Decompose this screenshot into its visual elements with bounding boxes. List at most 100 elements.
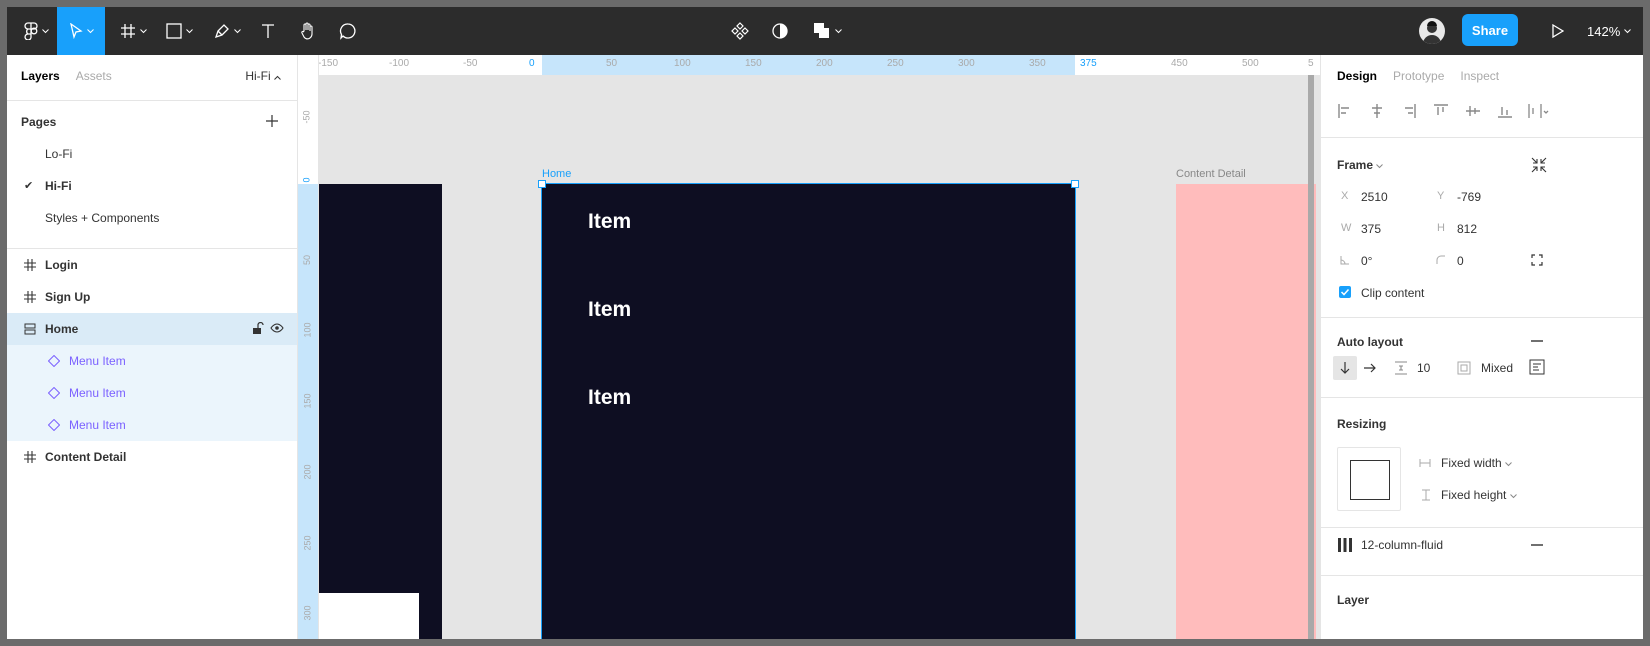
layer-row-content-detail[interactable]: Content Detail <box>7 441 297 473</box>
x-input[interactable]: 2510 <box>1361 190 1388 204</box>
figma-logo-icon <box>23 22 38 40</box>
align-bottom-icon[interactable] <box>1497 103 1513 119</box>
frame-signup[interactable] <box>319 184 442 639</box>
layout-grid-name[interactable]: 12-column-fluid <box>1361 538 1443 552</box>
resize-to-fit-icon[interactable] <box>1531 157 1547 173</box>
eye-icon[interactable] <box>270 323 284 333</box>
page-item-styles-components[interactable]: Styles + Components <box>45 211 159 225</box>
padding-icon <box>1457 361 1471 375</box>
direction-horizontal-icon[interactable] <box>1364 363 1376 373</box>
layer-row-home[interactable]: Home <box>7 313 297 345</box>
move-tool-button[interactable] <box>57 7 105 55</box>
distribute-icon[interactable] <box>1527 103 1551 119</box>
figma-app: Share 142% Layers Assets Hi-Fi Pages Lo-… <box>7 7 1643 639</box>
frame-label-home[interactable]: Home <box>542 168 571 180</box>
alignment-settings-icon[interactable] <box>1529 359 1545 375</box>
h-label: H <box>1437 222 1445 234</box>
align-vertical-center-icon[interactable] <box>1465 103 1481 119</box>
menu-item-text[interactable]: Item <box>588 386 631 410</box>
tab-layers[interactable]: Layers <box>21 69 60 83</box>
resize-handle[interactable] <box>538 180 546 188</box>
remove-layout-grid-icon[interactable] <box>1531 544 1543 546</box>
create-component-button[interactable] <box>727 7 753 55</box>
share-button[interactable]: Share <box>1462 14 1518 46</box>
layer-label: Menu Item <box>69 354 126 368</box>
ruler-horizontal: -150 -100 -50 0 50 100 150 200 250 300 3… <box>318 55 1320 76</box>
menu-item-text[interactable]: Item <box>588 298 631 322</box>
ruler-tick: 200 <box>302 464 313 480</box>
remove-auto-layout-icon[interactable] <box>1531 340 1543 342</box>
padding-input[interactable]: Mixed <box>1481 361 1513 375</box>
rotation-input[interactable]: 0° <box>1361 254 1372 268</box>
layer-row-menu-item[interactable]: Menu Item <box>7 377 297 409</box>
align-horizontal-center-icon[interactable] <box>1369 103 1385 119</box>
menu-item-text[interactable]: Item <box>588 210 631 234</box>
text-tool-button[interactable] <box>255 7 281 55</box>
resizing-title: Resizing <box>1337 417 1387 431</box>
ruler-tick: 0 <box>301 177 312 183</box>
play-icon <box>1552 24 1564 38</box>
resizing-preview-box <box>1350 460 1390 500</box>
page-item-lofi[interactable]: Lo-Fi <box>45 147 72 161</box>
hand-tool-button[interactable] <box>295 7 321 55</box>
width-resize-icon <box>1419 459 1431 467</box>
frame-label-content-detail[interactable]: Content Detail <box>1176 168 1246 180</box>
w-label: W <box>1341 222 1352 234</box>
page-item-hifi[interactable]: Hi-Fi <box>45 179 72 193</box>
chevron-down-icon <box>139 28 147 33</box>
frame-section-title[interactable]: Frame <box>1337 158 1384 172</box>
tab-design[interactable]: Design <box>1337 69 1377 83</box>
canvas-scrollbar[interactable] <box>1308 75 1314 639</box>
height-resize-icon <box>1422 489 1430 501</box>
h-input[interactable]: 812 <box>1457 222 1477 236</box>
tab-inspect[interactable]: Inspect <box>1460 69 1499 83</box>
tab-prototype[interactable]: Prototype <box>1393 69 1444 83</box>
clip-content-checkbox[interactable] <box>1339 286 1351 298</box>
w-input[interactable]: 375 <box>1361 222 1381 236</box>
frame-tool-button[interactable] <box>113 7 153 55</box>
toolbar: Share 142% <box>7 7 1643 55</box>
user-avatar[interactable] <box>1419 18 1445 44</box>
main-menu-button[interactable] <box>15 7 57 55</box>
add-page-icon[interactable] <box>265 114 279 128</box>
pen-icon <box>214 24 229 39</box>
pen-tool-button[interactable] <box>207 7 247 55</box>
present-button[interactable] <box>1545 7 1571 55</box>
align-right-icon[interactable] <box>1401 103 1417 119</box>
instance-diamond-icon <box>48 419 60 431</box>
layer-row-login[interactable]: Login <box>7 249 297 281</box>
comment-tool-button[interactable] <box>335 7 361 55</box>
ruler-tick: 250 <box>887 58 904 69</box>
spacing-input[interactable]: 10 <box>1417 361 1430 375</box>
mask-button[interactable] <box>767 7 793 55</box>
direction-vertical-button[interactable] <box>1333 356 1357 380</box>
clip-content-label[interactable]: Clip content <box>1361 286 1424 300</box>
zoom-level: 142% <box>1587 23 1621 39</box>
tab-assets[interactable]: Assets <box>76 69 112 83</box>
contrast-icon <box>772 23 788 39</box>
layer-row-menu-item[interactable]: Menu Item <box>7 345 297 377</box>
corner-radius-input[interactable]: 0 <box>1457 254 1464 268</box>
frame-home[interactable]: Item Item Item <box>541 183 1076 639</box>
independent-corners-icon[interactable] <box>1531 254 1543 266</box>
ruler-tick: 50 <box>606 58 618 69</box>
layer-row-menu-item[interactable]: Menu Item <box>7 409 297 441</box>
fixed-height-dropdown[interactable]: Fixed height <box>1441 488 1517 502</box>
align-top-icon[interactable] <box>1433 103 1449 119</box>
zoom-dropdown[interactable]: 142% <box>1587 7 1632 55</box>
unlock-icon[interactable] <box>252 322 264 335</box>
divider <box>1321 575 1643 576</box>
align-left-icon[interactable] <box>1337 103 1353 119</box>
shape-tool-button[interactable] <box>159 7 199 55</box>
resize-handle[interactable] <box>1071 180 1079 188</box>
page-switcher[interactable]: Hi-Fi <box>245 69 281 83</box>
y-input[interactable]: -769 <box>1457 190 1481 204</box>
fixed-width-dropdown[interactable]: Fixed width <box>1441 456 1512 470</box>
boolean-groups-button[interactable] <box>807 7 847 55</box>
ruler-tick: 500 <box>1242 58 1259 69</box>
canvas[interactable]: -150 -100 -50 0 50 100 150 200 250 300 3… <box>298 55 1320 639</box>
frame-content-detail[interactable] <box>1176 184 1316 639</box>
layer-row-signup[interactable]: Sign Up <box>7 281 297 313</box>
ruler-selection-highlight <box>298 184 318 639</box>
column-grid-icon[interactable] <box>1337 537 1353 553</box>
